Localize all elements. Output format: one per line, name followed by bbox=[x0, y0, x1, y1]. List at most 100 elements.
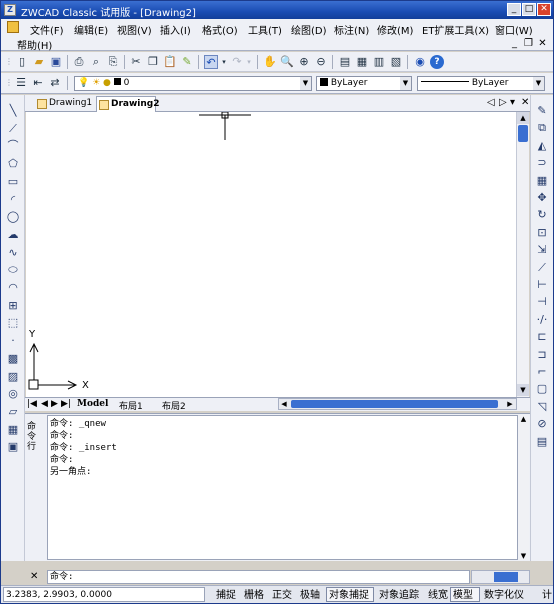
tab-drawing2[interactable]: Drawing2 bbox=[96, 96, 160, 112]
layout-prev-button[interactable]: ◀ bbox=[41, 399, 48, 409]
new-icon[interactable]: ▯ bbox=[15, 55, 29, 69]
close-command-window-icon[interactable]: ✕ bbox=[30, 571, 38, 582]
scale-icon[interactable]: ⊡ bbox=[534, 225, 550, 240]
ellipse-icon[interactable]: ⬭ bbox=[5, 262, 21, 277]
mirror-icon[interactable]: ◭ bbox=[534, 138, 550, 153]
fillet-icon[interactable]: ⊐ bbox=[534, 347, 550, 362]
tab-layout2[interactable]: 布局2 bbox=[162, 399, 186, 412]
scroll-down-icon[interactable]: ▼ bbox=[517, 384, 529, 396]
image-icon[interactable]: ▣ bbox=[5, 439, 21, 454]
menu-window[interactable]: 窗口(W) bbox=[495, 22, 533, 37]
menu-format[interactable]: 格式(O) bbox=[202, 22, 238, 37]
zoom-window-icon[interactable]: ⊕ bbox=[297, 55, 311, 69]
scroll-right-icon[interactable]: ▶ bbox=[505, 399, 515, 409]
erase-icon[interactable]: ✎ bbox=[534, 103, 550, 118]
scroll-thumb[interactable] bbox=[518, 125, 528, 142]
redo-icon[interactable]: ↷ bbox=[230, 55, 244, 69]
pan-icon[interactable]: ✋ bbox=[263, 55, 277, 69]
copy-icon[interactable]: ❐ bbox=[146, 55, 160, 69]
cut-icon[interactable]: ✂ bbox=[129, 55, 143, 69]
tab-drawing1[interactable]: Drawing1 bbox=[35, 96, 95, 112]
status-toggle[interactable]: 极轴 bbox=[297, 587, 324, 602]
zoom-previous-icon[interactable]: ⊖ bbox=[314, 55, 328, 69]
doc-restore-button[interactable]: ❐ bbox=[523, 38, 534, 49]
layer-state-icon[interactable]: ⇄ bbox=[48, 76, 62, 90]
search-icon[interactable]: ◉ bbox=[413, 55, 427, 69]
trim-icon[interactable]: ⟋ bbox=[534, 260, 550, 275]
open-icon[interactable]: ▰ bbox=[32, 55, 46, 69]
design-center-icon[interactable]: ▦ bbox=[355, 55, 369, 69]
properties-icon[interactable]: ▤ bbox=[338, 55, 352, 69]
command-scrollbar[interactable]: ▲ ▼ bbox=[518, 415, 529, 560]
layer-manager-icon[interactable]: ☰ bbox=[14, 76, 28, 90]
status-toggle[interactable]: 线宽 bbox=[425, 587, 449, 602]
document-icon[interactable] bbox=[7, 21, 19, 33]
help-icon[interactable]: ? bbox=[430, 55, 444, 69]
zwcad-app-icon[interactable]: Z bbox=[4, 4, 16, 16]
vertical-scrollbar[interactable]: ▲ ▼ bbox=[516, 112, 529, 397]
status-toggle[interactable]: 模型 bbox=[450, 587, 480, 602]
rotate-icon[interactable]: ↻ bbox=[534, 207, 550, 222]
color-dropdown[interactable]: ByLayer ▼ bbox=[316, 76, 412, 91]
scroll-left-icon[interactable]: ◀ bbox=[279, 399, 289, 409]
layout-last-button[interactable]: ▶| bbox=[61, 399, 71, 409]
horizontal-scrollbar[interactable]: ◀ ▶ bbox=[278, 398, 517, 410]
stretch-icon[interactable]: ⇲ bbox=[534, 242, 550, 257]
menu-insert[interactable]: 插入(I) bbox=[160, 22, 191, 37]
tab-prev-button[interactable]: ◁ bbox=[487, 97, 495, 108]
tab-next-button[interactable]: ▷ bbox=[499, 97, 507, 108]
arc-icon[interactable]: ◜ bbox=[5, 192, 21, 207]
ellipse-arc-icon[interactable]: ◠ bbox=[5, 280, 21, 295]
region-icon[interactable]: ◎ bbox=[5, 386, 21, 401]
scroll-up-icon[interactable]: ▲ bbox=[517, 112, 529, 124]
layer-previous-icon[interactable]: ⇤ bbox=[31, 76, 45, 90]
menu-edit[interactable]: 编辑(E) bbox=[74, 22, 108, 37]
explode-icon[interactable]: ⌐ bbox=[534, 364, 550, 379]
print-preview-icon[interactable]: ⌕ bbox=[89, 55, 103, 69]
chamfer-icon[interactable]: ⊏ bbox=[534, 329, 550, 344]
join-icon[interactable]: ▢ bbox=[534, 381, 550, 396]
paste-icon[interactable]: 📋 bbox=[163, 55, 177, 69]
break-icon[interactable]: ·/· bbox=[534, 312, 550, 327]
menu-help[interactable]: 帮助(H) bbox=[17, 37, 52, 52]
spline-icon[interactable]: ∿ bbox=[5, 245, 21, 260]
menu-et-tools[interactable]: ET扩展工具(X) bbox=[422, 22, 489, 37]
circle-icon[interactable]: ◯ bbox=[5, 209, 21, 224]
tool-palettes-icon[interactable]: ▥ bbox=[372, 55, 386, 69]
flip-icon[interactable]: ⊘ bbox=[534, 416, 550, 431]
offset-icon[interactable]: ⊃ bbox=[534, 155, 550, 170]
toolbar-grip[interactable]: ⋮ bbox=[5, 55, 13, 69]
copy-object-icon[interactable]: ⧉ bbox=[534, 120, 550, 135]
properties-icon-2[interactable]: ▤ bbox=[534, 434, 550, 449]
doc-minimize-button[interactable]: _ bbox=[509, 38, 520, 49]
menu-tools[interactable]: 工具(T) bbox=[248, 22, 282, 37]
print-icon[interactable]: ⎙ bbox=[72, 55, 86, 69]
status-toggle[interactable]: 计 bbox=[539, 587, 553, 602]
make-block-icon[interactable]: ⬚ bbox=[5, 315, 21, 330]
move-icon[interactable]: ✥ bbox=[534, 190, 550, 205]
title-bar[interactable]: Z ZWCAD Classic 试用版 - [Drawing2] _ □ ✕ bbox=[1, 1, 553, 19]
undo-dropdown-icon[interactable]: ▾ bbox=[220, 55, 228, 69]
match-properties-icon[interactable]: ✎ bbox=[180, 55, 194, 69]
layer-dropdown[interactable]: 💡 ☀ ● 0 ▼ bbox=[74, 76, 312, 91]
hscroll-thumb[interactable] bbox=[291, 400, 498, 408]
menu-dimension[interactable]: 标注(N) bbox=[334, 22, 369, 37]
menu-modify[interactable]: 修改(M) bbox=[377, 22, 413, 37]
status-toggle[interactable]: 栅格 bbox=[241, 587, 268, 602]
tab-model[interactable]: Model bbox=[77, 399, 108, 409]
zoom-realtime-icon[interactable]: 🔍 bbox=[280, 55, 294, 69]
menu-draw[interactable]: 绘图(D) bbox=[291, 22, 327, 37]
tab-close-button[interactable]: ✕ bbox=[521, 97, 529, 108]
tab-layout1[interactable]: 布局1 bbox=[119, 399, 143, 412]
array-icon[interactable]: ▦ bbox=[534, 173, 550, 188]
command-input[interactable]: 命令: bbox=[47, 570, 470, 584]
close-button[interactable]: ✕ bbox=[537, 3, 551, 16]
polyline-icon[interactable]: ⌒ bbox=[5, 138, 21, 153]
calculator-icon[interactable]: ▧ bbox=[389, 55, 403, 69]
rectangle-icon[interactable]: ▭ bbox=[5, 174, 21, 189]
publish-icon[interactable]: ⎘ bbox=[106, 55, 120, 69]
wipeout-icon[interactable]: ▱ bbox=[5, 404, 21, 419]
undo-icon[interactable]: ↶ bbox=[204, 55, 218, 69]
toolbar-grip[interactable]: ⋮ bbox=[5, 76, 13, 90]
construction-line-icon[interactable]: ⟋ bbox=[5, 121, 21, 136]
